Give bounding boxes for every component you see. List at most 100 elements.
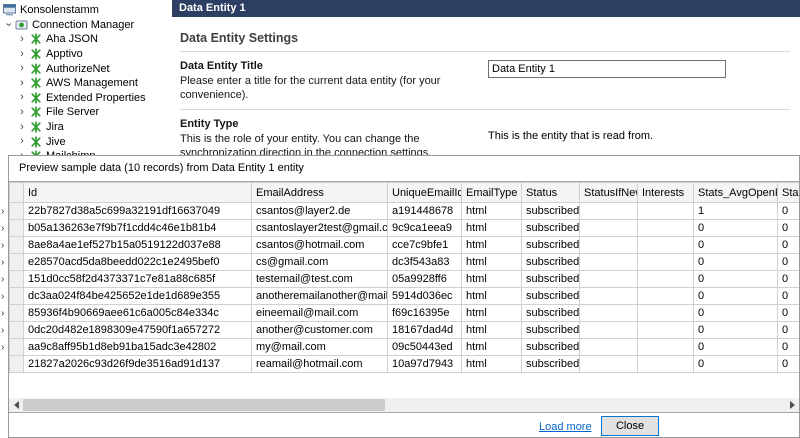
table-cell[interactable] bbox=[638, 203, 694, 220]
table-cell[interactable]: 0 bbox=[778, 356, 800, 373]
table-cell[interactable]: 151d0cc58f2d4373371c7e81a88c685f bbox=[24, 271, 252, 288]
chevron-right-icon[interactable]: › bbox=[16, 34, 28, 45]
table-cell[interactable]: 0 bbox=[778, 305, 800, 322]
table-cell[interactable]: 0 bbox=[778, 271, 800, 288]
chevron-right-icon[interactable]: › bbox=[16, 122, 28, 133]
tree-item-apptivo[interactable]: ›Apptivo bbox=[0, 47, 172, 62]
table-cell[interactable]: subscribed bbox=[522, 254, 580, 271]
table-cell[interactable]: 21827a2026c93d26f9de3516ad91d137 bbox=[24, 356, 252, 373]
table-cell[interactable] bbox=[580, 203, 638, 220]
table-cell[interactable]: 0 bbox=[694, 237, 778, 254]
table-cell[interactable]: 18167dad4d bbox=[388, 322, 462, 339]
row-header-cell[interactable] bbox=[10, 356, 24, 373]
table-cell[interactable]: html bbox=[462, 271, 522, 288]
table-cell[interactable] bbox=[580, 254, 638, 271]
column-header-statusifnew[interactable]: StatusIfNew bbox=[580, 183, 638, 203]
table-cell[interactable]: 0 bbox=[694, 322, 778, 339]
table-cell[interactable]: my@mail.com bbox=[252, 339, 388, 356]
table-cell[interactable]: f69c16395e bbox=[388, 305, 462, 322]
table-cell[interactable]: another@customer.com bbox=[252, 322, 388, 339]
table-cell[interactable]: 0 bbox=[694, 220, 778, 237]
column-header-stats-avgopenrate[interactable]: Stats_AvgOpenRate bbox=[694, 183, 778, 203]
table-cell[interactable]: subscribed bbox=[522, 288, 580, 305]
table-cell[interactable]: html bbox=[462, 203, 522, 220]
tree-item-jive[interactable]: ›Jive bbox=[0, 134, 172, 149]
table-cell[interactable]: 1 bbox=[694, 203, 778, 220]
chevron-right-icon[interactable]: › bbox=[16, 136, 28, 147]
row-header-cell[interactable] bbox=[10, 288, 24, 305]
table-cell[interactable]: 0 bbox=[778, 322, 800, 339]
chevron-expanded-icon[interactable]: › bbox=[3, 19, 14, 31]
table-cell[interactable]: 09c50443ed bbox=[388, 339, 462, 356]
tree-item-connection-manager[interactable]: › Connection Manager bbox=[0, 18, 172, 33]
table-cell[interactable]: html bbox=[462, 288, 522, 305]
tree-item-authorizenet[interactable]: ›AuthorizeNet bbox=[0, 61, 172, 76]
row-header-cell[interactable] bbox=[10, 271, 24, 288]
close-button[interactable]: Close bbox=[601, 416, 659, 436]
table-cell[interactable] bbox=[638, 339, 694, 356]
table-cell[interactable]: csantos@hotmail.com bbox=[252, 237, 388, 254]
table-cell[interactable] bbox=[638, 271, 694, 288]
scroll-right-button[interactable] bbox=[785, 398, 799, 412]
table-cell[interactable] bbox=[638, 254, 694, 271]
tree-item-aws-management[interactable]: ›AWS Management bbox=[0, 76, 172, 91]
tree-item-file-server[interactable]: ›File Server bbox=[0, 105, 172, 120]
table-cell[interactable]: 0 bbox=[778, 288, 800, 305]
column-header-uniqueemailid[interactable]: UniqueEmailId bbox=[388, 183, 462, 203]
table-cell[interactable]: subscribed bbox=[522, 339, 580, 356]
row-header-cell[interactable] bbox=[10, 237, 24, 254]
table-cell[interactable] bbox=[580, 271, 638, 288]
table-cell[interactable]: subscribed bbox=[522, 356, 580, 373]
column-header-id[interactable]: Id bbox=[24, 183, 252, 203]
chevron-right-icon[interactable]: › bbox=[16, 63, 28, 74]
row-header-cell[interactable] bbox=[10, 254, 24, 271]
table-cell[interactable]: testemail@test.com bbox=[252, 271, 388, 288]
table-cell[interactable]: html bbox=[462, 356, 522, 373]
table-cell[interactable] bbox=[580, 220, 638, 237]
table-cell[interactable]: csantoslayer2test@gmail.com bbox=[252, 220, 388, 237]
table-cell[interactable]: html bbox=[462, 305, 522, 322]
table-cell[interactable]: subscribed bbox=[522, 203, 580, 220]
table-cell[interactable]: cce7c9bfe1 bbox=[388, 237, 462, 254]
data-entity-title-input[interactable] bbox=[488, 60, 726, 78]
tree-item-aha-json[interactable]: ›Aha JSON bbox=[0, 32, 172, 47]
table-cell[interactable]: csantos@layer2.de bbox=[252, 203, 388, 220]
table-cell[interactable]: 22b7827d38a5c699a32191df16637049 bbox=[24, 203, 252, 220]
table-cell[interactable]: 9c9ca1eea9 bbox=[388, 220, 462, 237]
table-cell[interactable]: html bbox=[462, 339, 522, 356]
table-cell[interactable]: 0dc20d482e1898309e47590f1a657272 bbox=[24, 322, 252, 339]
chevron-right-icon[interactable]: › bbox=[16, 107, 28, 118]
tree-item-jira[interactable]: ›Jira bbox=[0, 120, 172, 135]
table-cell[interactable]: 05a9928ff6 bbox=[388, 271, 462, 288]
table-cell[interactable] bbox=[638, 356, 694, 373]
table-cell[interactable]: eineemail@mail.com bbox=[252, 305, 388, 322]
scroll-left-button[interactable] bbox=[9, 398, 23, 412]
table-cell[interactable]: 0 bbox=[694, 356, 778, 373]
tree-item-extended-properties[interactable]: ›Extended Properties bbox=[0, 91, 172, 106]
table-cell[interactable] bbox=[638, 237, 694, 254]
row-header-cell[interactable] bbox=[10, 220, 24, 237]
table-cell[interactable]: subscribed bbox=[522, 220, 580, 237]
table-cell[interactable] bbox=[580, 322, 638, 339]
table-cell[interactable]: a191448678 bbox=[388, 203, 462, 220]
table-cell[interactable] bbox=[580, 237, 638, 254]
table-cell[interactable]: 10a97d7943 bbox=[388, 356, 462, 373]
table-cell[interactable]: html bbox=[462, 237, 522, 254]
row-header-cell[interactable] bbox=[10, 203, 24, 220]
table-cell[interactable]: subscribed bbox=[522, 237, 580, 254]
table-cell[interactable]: anotheremailanother@mail.com bbox=[252, 288, 388, 305]
table-cell[interactable]: aa9c8aff95b1d8eb91ba15adc3e42802 bbox=[24, 339, 252, 356]
table-cell[interactable]: 0 bbox=[778, 339, 800, 356]
table-cell[interactable] bbox=[638, 322, 694, 339]
table-cell[interactable]: html bbox=[462, 254, 522, 271]
table-cell[interactable]: 85936f4b90669aee61c6a005c84e334c bbox=[24, 305, 252, 322]
chevron-right-icon[interactable]: › bbox=[16, 78, 28, 89]
table-cell[interactable] bbox=[580, 356, 638, 373]
table-cell[interactable]: cs@gmail.com bbox=[252, 254, 388, 271]
table-cell[interactable]: e28570acd5da8beedd022c1e2495bef0 bbox=[24, 254, 252, 271]
table-cell[interactable]: dc3f543a83 bbox=[388, 254, 462, 271]
table-cell[interactable]: subscribed bbox=[522, 305, 580, 322]
row-header-cell[interactable] bbox=[10, 322, 24, 339]
table-cell[interactable] bbox=[580, 288, 638, 305]
table-cell[interactable]: 0 bbox=[778, 254, 800, 271]
